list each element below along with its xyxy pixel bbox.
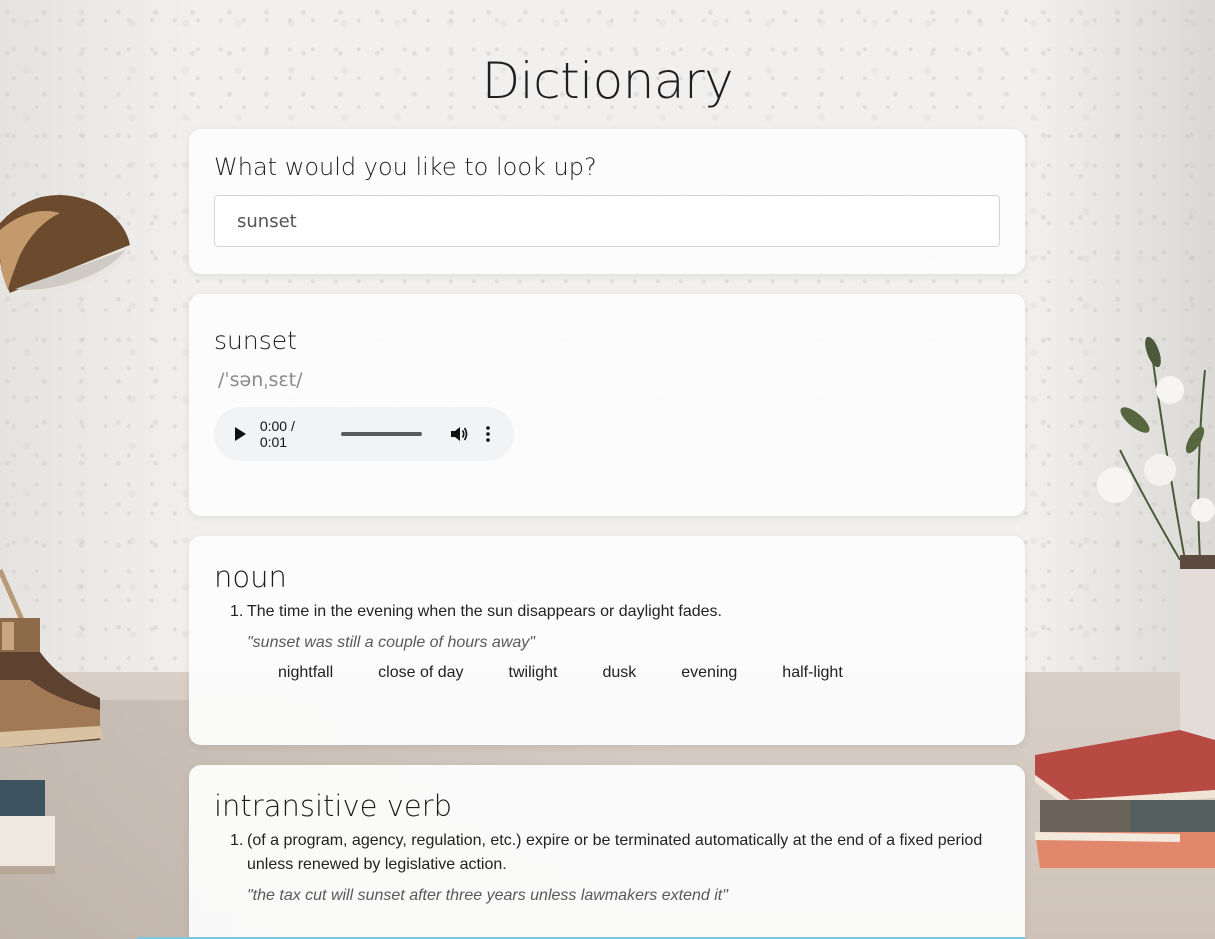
more-vertical-icon[interactable] xyxy=(480,425,496,443)
definition-number: 1. xyxy=(230,603,244,620)
definition-item: 1. (of a program, agency, regulation, et… xyxy=(230,829,1000,877)
definition-example: "sunset was still a couple of hours away… xyxy=(247,634,535,651)
search-prompt: What would you like to look up? xyxy=(214,153,597,181)
definition-item: 1. The time in the evening when the sun … xyxy=(230,600,1000,624)
synonym-link[interactable]: twilight xyxy=(509,664,558,682)
search-card: What would you like to look up? xyxy=(189,129,1025,274)
synonym-link[interactable]: half-light xyxy=(782,664,842,682)
definition-list: 1. (of a program, agency, regulation, et… xyxy=(230,829,1000,877)
play-icon[interactable] xyxy=(232,426,248,442)
synonym-list: nightfall close of day twilight dusk eve… xyxy=(278,664,1000,682)
definition-list: 1. The time in the evening when the sun … xyxy=(230,600,1000,624)
synonym-link[interactable]: nightfall xyxy=(278,664,333,682)
definition-text: The time in the evening when the sun dis… xyxy=(247,603,722,620)
word-card: sunset /ˈsənˌsɛt/ 0:00 / 0:01 xyxy=(189,294,1025,516)
dictionary-app: Dictionary What would you like to look u… xyxy=(0,0,1215,939)
meaning-card-noun: noun 1. The time in the evening when the… xyxy=(189,536,1025,745)
phonetic-text: /ˈsənˌsɛt/ xyxy=(218,369,303,391)
synonym-link[interactable]: dusk xyxy=(602,664,636,682)
audio-time: 0:00 / 0:01 xyxy=(259,418,295,450)
synonym-link[interactable]: close of day xyxy=(378,664,463,682)
audio-player: 0:00 / 0:01 xyxy=(214,407,514,461)
definition-text: (of a program, agency, regulation, etc.)… xyxy=(247,832,983,873)
definition-example: "the tax cut will sunset after three yea… xyxy=(247,887,728,904)
volume-icon[interactable] xyxy=(450,425,470,443)
synonym-link[interactable]: evening xyxy=(681,664,737,682)
page-title: Dictionary xyxy=(481,52,734,110)
audio-progress-slider[interactable] xyxy=(341,432,423,436)
part-of-speech-heading: intransitive verb xyxy=(214,789,453,823)
word-heading: sunset xyxy=(214,326,297,355)
meaning-card-verb: intransitive verb 1. (of a program, agen… xyxy=(189,765,1025,939)
part-of-speech-heading: noun xyxy=(214,560,287,594)
search-input[interactable] xyxy=(214,195,1000,247)
definition-number: 1. xyxy=(230,832,244,849)
